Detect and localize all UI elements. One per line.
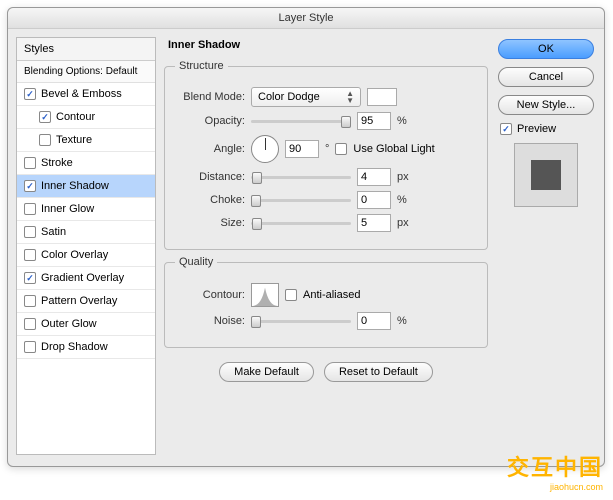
size-unit: px: [397, 217, 409, 229]
distance-input[interactable]: [357, 168, 391, 186]
noise-label: Noise:: [175, 315, 245, 327]
style-checkbox[interactable]: [24, 180, 36, 192]
size-label: Size:: [175, 217, 245, 229]
style-item-drop-shadow[interactable]: Drop Shadow: [17, 336, 155, 359]
blend-mode-select[interactable]: Color Dodge ▲▼: [251, 87, 361, 107]
layer-style-dialog: Layer Style Styles Blending Options: Def…: [7, 7, 605, 467]
style-item-color-overlay[interactable]: Color Overlay: [17, 244, 155, 267]
style-checkbox[interactable]: [39, 111, 51, 123]
angle-unit: °: [325, 143, 329, 155]
style-checkbox[interactable]: [24, 341, 36, 353]
noise-unit: %: [397, 315, 407, 327]
style-label: Satin: [41, 226, 66, 238]
structure-group: Structure Blend Mode: Color Dodge ▲▼ Opa…: [164, 60, 488, 250]
style-label: Pattern Overlay: [41, 295, 117, 307]
opacity-slider[interactable]: [251, 114, 351, 128]
watermark-url: jiaohucn.com: [507, 482, 603, 492]
style-label: Texture: [56, 134, 92, 146]
style-item-stroke[interactable]: Stroke: [17, 152, 155, 175]
angle-label: Angle:: [175, 143, 245, 155]
style-item-outer-glow[interactable]: Outer Glow: [17, 313, 155, 336]
style-label: Bevel & Emboss: [41, 88, 122, 100]
style-item-contour[interactable]: Contour: [17, 106, 155, 129]
action-panel: OK Cancel New Style... Preview: [496, 37, 596, 455]
preview-swatch: [531, 160, 561, 190]
preview-checkbox[interactable]: [500, 123, 512, 135]
style-label: Drop Shadow: [41, 341, 108, 353]
style-checkbox[interactable]: [39, 134, 51, 146]
angle-input[interactable]: [285, 140, 319, 158]
styles-list: Styles Blending Options: Default Bevel &…: [16, 37, 156, 455]
watermark-text: 交互中国: [507, 450, 603, 482]
reset-default-button[interactable]: Reset to Default: [324, 362, 433, 382]
style-item-texture[interactable]: Texture: [17, 129, 155, 152]
new-style-button[interactable]: New Style...: [498, 95, 594, 115]
style-item-bevel-emboss[interactable]: Bevel & Emboss: [17, 83, 155, 106]
choke-input[interactable]: [357, 191, 391, 209]
style-checkbox[interactable]: [24, 88, 36, 100]
blend-mode-value: Color Dodge: [258, 91, 320, 103]
blend-mode-label: Blend Mode:: [175, 91, 245, 103]
style-checkbox[interactable]: [24, 249, 36, 261]
style-item-gradient-overlay[interactable]: Gradient Overlay: [17, 267, 155, 290]
preview-thumbnail: [514, 143, 578, 207]
ok-button[interactable]: OK: [498, 39, 594, 59]
make-default-button[interactable]: Make Default: [219, 362, 314, 382]
style-checkbox[interactable]: [24, 295, 36, 307]
choke-slider[interactable]: [251, 193, 351, 207]
style-label: Inner Glow: [41, 203, 94, 215]
blending-options[interactable]: Blending Options: Default: [17, 61, 155, 83]
preview-label: Preview: [517, 123, 556, 135]
size-slider[interactable]: [251, 216, 351, 230]
style-label: Contour: [56, 111, 95, 123]
style-checkbox[interactable]: [24, 272, 36, 284]
global-light-label: Use Global Light: [353, 143, 434, 155]
structure-legend: Structure: [175, 60, 228, 72]
style-label: Outer Glow: [41, 318, 97, 330]
anti-aliased-checkbox[interactable]: [285, 289, 297, 301]
panel-heading: Inner Shadow: [164, 39, 488, 54]
opacity-label: Opacity:: [175, 115, 245, 127]
style-checkbox[interactable]: [24, 203, 36, 215]
choke-unit: %: [397, 194, 407, 206]
watermark: 交互中国 jiaohucn.com: [507, 450, 603, 492]
global-light-checkbox[interactable]: [335, 143, 347, 155]
choke-label: Choke:: [175, 194, 245, 206]
anti-aliased-label: Anti-aliased: [303, 289, 360, 301]
contour-picker[interactable]: [251, 283, 279, 307]
angle-dial[interactable]: [251, 135, 279, 163]
cancel-button[interactable]: Cancel: [498, 67, 594, 87]
dialog-content: Styles Blending Options: Default Bevel &…: [8, 29, 604, 463]
style-item-satin[interactable]: Satin: [17, 221, 155, 244]
noise-slider[interactable]: [251, 314, 351, 328]
style-checkbox[interactable]: [24, 226, 36, 238]
color-swatch[interactable]: [367, 88, 397, 106]
quality-legend: Quality: [175, 256, 217, 268]
style-label: Color Overlay: [41, 249, 108, 261]
noise-input[interactable]: [357, 312, 391, 330]
style-label: Gradient Overlay: [41, 272, 124, 284]
style-label: Inner Shadow: [41, 180, 109, 192]
style-item-inner-shadow[interactable]: Inner Shadow: [17, 175, 155, 198]
window-title: Layer Style: [8, 8, 604, 29]
style-item-pattern-overlay[interactable]: Pattern Overlay: [17, 290, 155, 313]
size-input[interactable]: [357, 214, 391, 232]
style-checkbox[interactable]: [24, 318, 36, 330]
quality-group: Quality Contour: Anti-aliased Noise: %: [164, 256, 488, 348]
distance-slider[interactable]: [251, 170, 351, 184]
contour-label: Contour:: [175, 289, 245, 301]
styles-header[interactable]: Styles: [17, 38, 155, 61]
style-checkbox[interactable]: [24, 157, 36, 169]
opacity-unit: %: [397, 115, 407, 127]
distance-label: Distance:: [175, 171, 245, 183]
style-item-inner-glow[interactable]: Inner Glow: [17, 198, 155, 221]
style-label: Stroke: [41, 157, 73, 169]
settings-panel: Inner Shadow Structure Blend Mode: Color…: [164, 37, 488, 455]
distance-unit: px: [397, 171, 409, 183]
dropdown-arrows-icon: ▲▼: [346, 90, 354, 104]
opacity-input[interactable]: [357, 112, 391, 130]
